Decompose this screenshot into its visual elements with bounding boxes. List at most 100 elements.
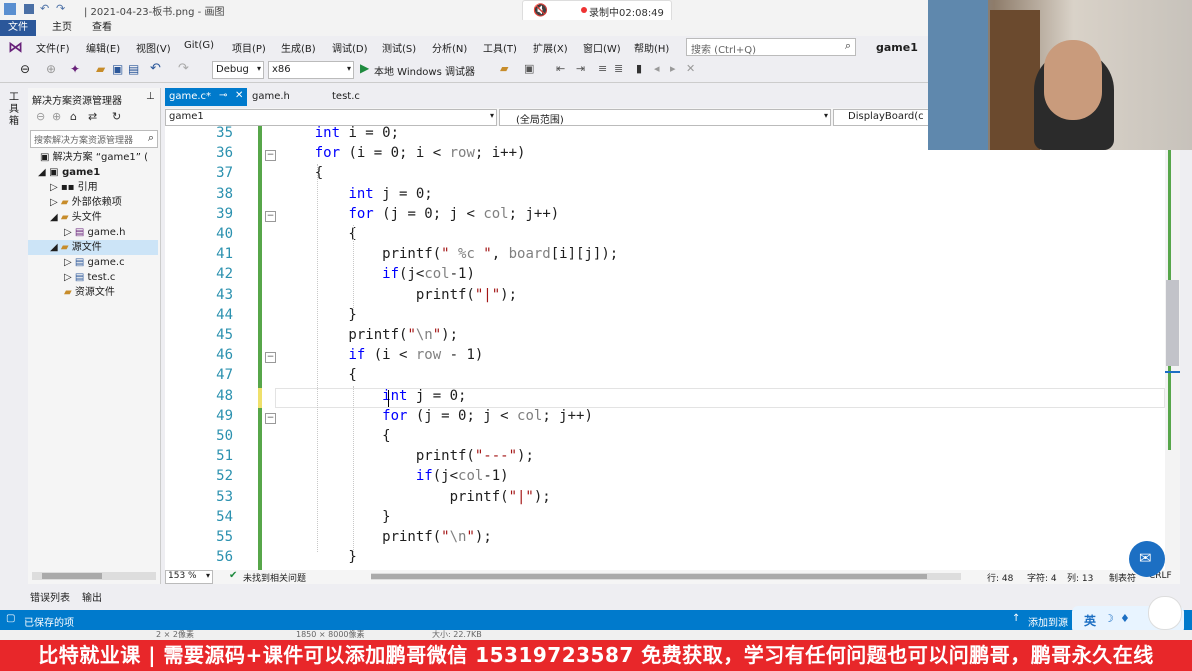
moon-icon[interactable]: ☽ xyxy=(1104,612,1114,625)
outline-icon[interactable]: ⇥ xyxy=(576,62,585,75)
tree-item-header-files[interactable]: ◢ ▰ 头文件 xyxy=(28,210,158,225)
code-text[interactable]: printf(" %c ", board[i][j]); xyxy=(281,246,618,262)
tree-item-project[interactable]: ◢ ▣ game1 xyxy=(28,165,158,180)
vs-search-box[interactable]: 搜索 (Ctrl+Q) ⌕ xyxy=(686,38,856,56)
menu-build[interactable]: 生成(B) xyxy=(281,40,316,55)
menu-extensions[interactable]: 扩展(X) xyxy=(533,40,568,55)
sync-icon[interactable]: ↻ xyxy=(112,110,121,123)
fold-collapse-icon[interactable]: − xyxy=(265,210,276,222)
run-debugger-button[interactable]: 本地 Windows 调试器 xyxy=(374,63,475,78)
zoom-dropdown[interactable]: 153 % ▾ xyxy=(165,570,213,584)
step-icon[interactable]: ⇤ xyxy=(556,62,565,75)
paint-tab-file[interactable]: 文件 xyxy=(0,20,36,36)
editor-hscrollbar[interactable] xyxy=(371,573,961,580)
forward-icon[interactable]: ⊕ xyxy=(46,62,56,76)
menu-test[interactable]: 测试(S) xyxy=(382,40,416,55)
switch-view-icon[interactable]: ⇄ xyxy=(88,110,97,123)
tree-item-game-c[interactable]: ▷ ▤ game.c xyxy=(28,255,158,270)
bookmark-clear-icon[interactable]: ✕ xyxy=(686,62,695,75)
bookmark-next-icon[interactable]: ▸ xyxy=(670,62,676,75)
config-dropdown[interactable]: Debug ▾ xyxy=(212,61,264,79)
undo-vs-icon[interactable]: ↶ xyxy=(150,61,161,76)
open-folder-icon[interactable]: ▰ xyxy=(96,62,105,76)
code-text[interactable]: } xyxy=(281,307,356,323)
add-to-source-control[interactable]: 添加到源 xyxy=(1028,614,1068,629)
code-text[interactable]: for (j = 0; j < col; j++) xyxy=(281,206,559,222)
fold-collapse-icon[interactable]: − xyxy=(265,412,276,424)
attach-icon[interactable]: ▰ xyxy=(500,62,508,75)
code-text[interactable]: if(j<col-1) xyxy=(281,266,475,282)
menu-tools[interactable]: 工具(T) xyxy=(483,40,517,55)
project-dropdown[interactable]: game1 ▾ xyxy=(165,109,497,126)
save-file-icon[interactable]: ▣ xyxy=(112,62,123,76)
mute-icon[interactable]: 🔇 xyxy=(533,3,548,17)
redo-icon[interactable]: ↷ xyxy=(56,2,65,15)
tab-error-list[interactable]: 错误列表 xyxy=(30,589,70,604)
code-text[interactable]: if (i < row - 1) xyxy=(281,347,483,363)
fold-collapse-icon[interactable]: − xyxy=(265,352,276,364)
solution-search-input[interactable]: 搜索解决方案资源管理器 ⌕ xyxy=(30,130,158,148)
back-icon[interactable]: ⊖ xyxy=(36,110,45,123)
tree-item-references[interactable]: ▷ ▪▪ 引用 xyxy=(28,180,158,195)
ime-mode[interactable]: 英 xyxy=(1084,612,1096,629)
menu-edit[interactable]: 编辑(E) xyxy=(86,40,120,55)
menu-help[interactable]: 帮助(H) xyxy=(634,40,669,55)
code-text[interactable]: { xyxy=(281,428,390,444)
home-icon[interactable]: ⌂ xyxy=(70,110,77,123)
code-text[interactable]: int j = 0; xyxy=(281,186,432,202)
tree-item-resource-files[interactable]: ▰ 资源文件 xyxy=(28,285,158,300)
code-text[interactable]: int i = 0; xyxy=(281,126,399,141)
code-text[interactable]: printf("\n"); xyxy=(281,529,492,545)
redo-vs-icon[interactable]: ↷ xyxy=(178,61,189,76)
tab-mode[interactable]: 制表符 xyxy=(1109,571,1136,584)
menu-window[interactable]: 窗口(W) xyxy=(583,40,621,55)
code-text[interactable]: { xyxy=(281,226,356,242)
chat-bubble-button[interactable]: ✉ xyxy=(1129,541,1165,577)
code-text[interactable]: int j = 0; xyxy=(281,388,466,404)
undo-icon[interactable]: ↶ xyxy=(40,2,49,15)
menu-debug[interactable]: 调试(D) xyxy=(332,40,368,55)
code-text[interactable]: for (j = 0; j < col; j++) xyxy=(281,408,593,424)
tab-test-c[interactable]: test.c xyxy=(332,91,360,102)
menu-git[interactable]: Git(G) xyxy=(184,40,214,51)
new-project-icon[interactable]: ✦ xyxy=(70,62,80,76)
code-text[interactable]: if(j<col-1) xyxy=(281,468,509,484)
menu-project[interactable]: 项目(P) xyxy=(232,40,266,55)
tree-item-game-h[interactable]: ▷ ▤ game.h xyxy=(28,225,158,240)
paint-tab-home[interactable]: 主页 xyxy=(44,20,80,36)
member-dropdown[interactable]: DisplayBoard(c xyxy=(833,109,932,126)
scroll-thumb[interactable] xyxy=(42,573,102,579)
code-text[interactable]: printf("---"); xyxy=(281,448,534,464)
uncomment-icon[interactable]: ≣ xyxy=(614,62,623,75)
scroll-thumb[interactable] xyxy=(1166,280,1179,366)
menu-file[interactable]: 文件(F) xyxy=(36,40,70,55)
shirt-icon[interactable]: ♦ xyxy=(1120,612,1130,625)
fold-collapse-icon[interactable]: − xyxy=(265,150,276,162)
tree-item-solution[interactable]: ▣ 解决方案 “game1” ( xyxy=(28,150,158,165)
code-text[interactable]: } xyxy=(281,549,356,565)
tree-item-external-deps[interactable]: ▷ ▰ 外部依赖项 xyxy=(28,195,158,210)
code-text[interactable]: for (i = 0; i < row; i++) xyxy=(281,145,526,161)
scope-dropdown[interactable]: (全局范围) ▾ xyxy=(499,109,831,126)
screenshot-icon[interactable]: ▣ xyxy=(524,62,534,75)
pin-icon[interactable]: ⊥ xyxy=(146,91,155,102)
tab-game-h[interactable]: game.h xyxy=(252,91,290,102)
toolbox-label[interactable]: 工具箱 xyxy=(9,92,21,128)
bookmark-icon[interactable]: ▮ xyxy=(636,62,642,75)
platform-dropdown[interactable]: x86 ▾ xyxy=(268,61,354,79)
tab-game-c[interactable]: game.c* ⊸ ✕ xyxy=(165,88,247,106)
paint-tab-view[interactable]: 查看 xyxy=(84,20,120,36)
solution-hscrollbar[interactable] xyxy=(32,572,156,580)
forward-icon[interactable]: ⊕ xyxy=(52,110,61,123)
code-text[interactable]: printf("|"); xyxy=(281,489,551,505)
scroll-thumb[interactable] xyxy=(371,574,927,579)
code-text[interactable]: printf("\n"); xyxy=(281,327,458,343)
code-text[interactable]: { xyxy=(281,367,356,383)
bookmark-prev-icon[interactable]: ◂ xyxy=(654,62,660,75)
editor-vscrollbar[interactable] xyxy=(1165,126,1180,570)
tab-output[interactable]: 输出 xyxy=(82,589,102,604)
back-icon[interactable]: ⊖ xyxy=(20,62,30,76)
code-editor[interactable]: 35 int i = 0; 36 − for (i = 0; i < row; i+… xyxy=(165,126,1180,570)
save-all-icon[interactable]: ▤ xyxy=(128,62,139,76)
menu-view[interactable]: 视图(V) xyxy=(136,40,171,55)
